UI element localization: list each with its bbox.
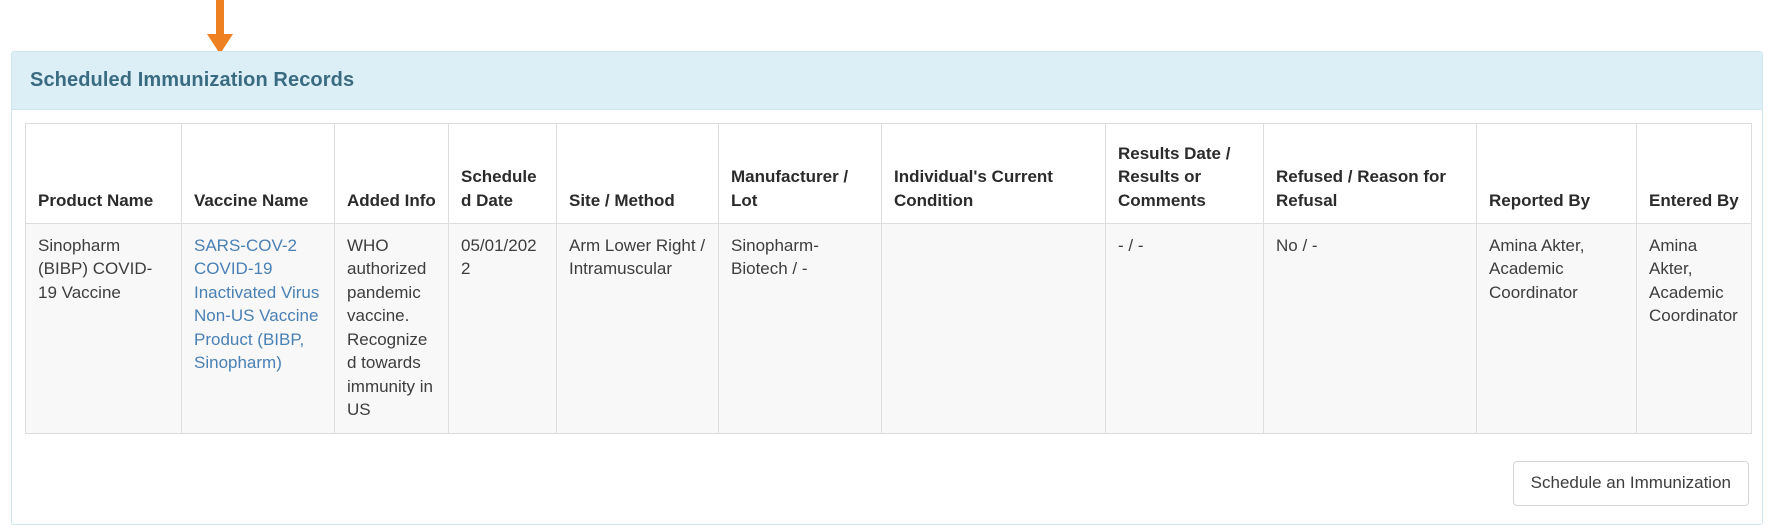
vaccine-name-link[interactable]: SARS-COV-2 COVID-19 Inactivated Virus No…	[194, 236, 319, 372]
cell-scheduled-date: 05/01/2022	[448, 223, 557, 434]
column-header-added-info: Added Info	[334, 123, 449, 224]
table-body: Sinopharm (BIBP) COVID-19 Vaccine SARS-C…	[25, 223, 1752, 434]
arrow-down-icon	[207, 0, 233, 56]
cell-vaccine-name: SARS-COV-2 COVID-19 Inactivated Virus No…	[181, 223, 335, 434]
card-header: Scheduled Immunization Records	[12, 52, 1762, 110]
column-header-manufacturer-lot: Manufacturer / Lot	[718, 123, 882, 224]
cell-results: - / -	[1105, 223, 1264, 434]
page-title: Scheduled Immunization Records	[30, 69, 355, 91]
column-header-results: Results Date / Results or Comments	[1105, 123, 1264, 224]
cell-added-info: WHO authorized pandemic vaccine. Recogni…	[334, 223, 449, 434]
immunization-records-card: Scheduled Immunization Records Product N…	[11, 51, 1763, 526]
cell-manufacturer-lot: Sinopharm-Biotech / -	[718, 223, 882, 434]
table-header: Product Name Vaccine Name Added Info Sch…	[25, 123, 1752, 224]
cell-current-condition	[881, 223, 1106, 434]
page-root: Scheduled Immunization Records Product N…	[0, 0, 1774, 532]
table-row: Sinopharm (BIBP) COVID-19 Vaccine SARS-C…	[25, 223, 1752, 434]
card-body: Product Name Vaccine Name Added Info Sch…	[12, 110, 1762, 447]
table-header-row: Product Name Vaccine Name Added Info Sch…	[25, 123, 1752, 224]
cell-product-name: Sinopharm (BIBP) COVID-19 Vaccine	[25, 223, 182, 434]
column-header-product-name: Product Name	[25, 123, 182, 224]
column-header-reported-by: Reported By	[1476, 123, 1637, 224]
schedule-an-immunization-button[interactable]: Schedule an Immunization	[1512, 460, 1749, 507]
column-header-entered-by: Entered By	[1636, 123, 1752, 224]
cell-site-method: Arm Lower Right / Intramuscular	[556, 223, 719, 434]
card-footer: Schedule an Immunization	[12, 447, 1762, 524]
column-header-current-condition: Individual's Current Condition	[881, 123, 1106, 224]
column-header-vaccine-name: Vaccine Name	[181, 123, 335, 224]
arrow-shaft	[216, 0, 224, 36]
column-header-refused: Refused / Reason for Refusal	[1263, 123, 1477, 224]
column-header-site-method: Site / Method	[556, 123, 719, 224]
cell-reported-by: Amina Akter, Academic Coordinator	[1476, 223, 1637, 434]
immunization-records-table: Product Name Vaccine Name Added Info Sch…	[25, 123, 1752, 434]
cell-refused: No / -	[1263, 223, 1477, 434]
cell-entered-by: Amina Akter, Academic Coordinator	[1636, 223, 1752, 434]
column-header-scheduled-date: Scheduled Date	[448, 123, 557, 224]
